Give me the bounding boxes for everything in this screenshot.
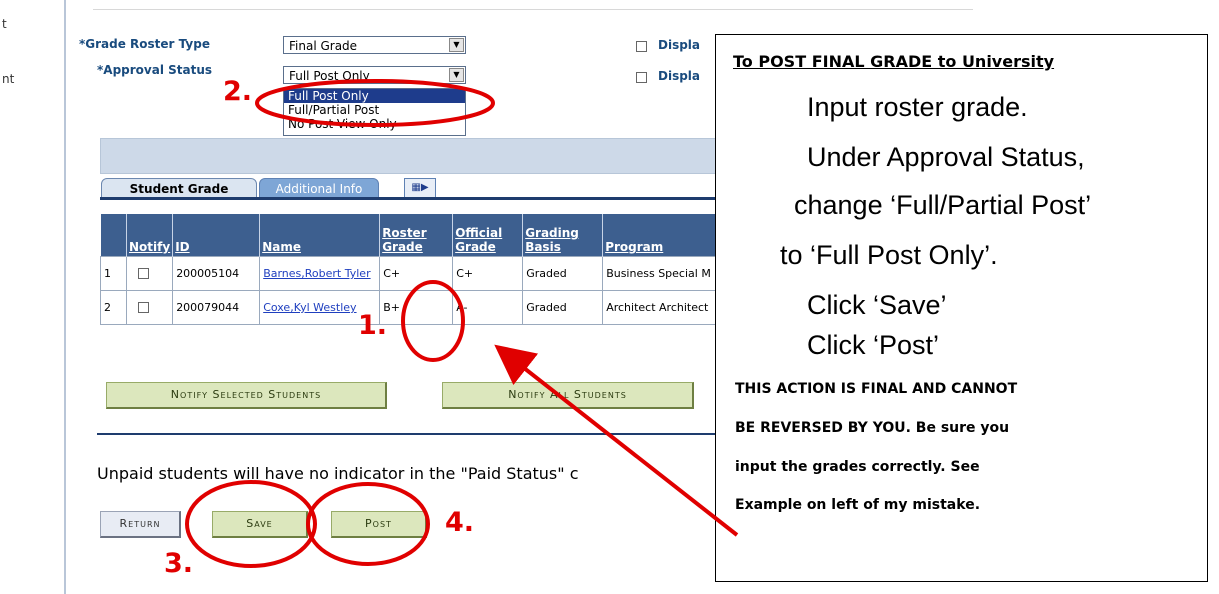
annotation-number-2: 2. bbox=[223, 76, 253, 107]
annotation-overlay bbox=[185, 79, 739, 568]
annotation-circle-approval-options bbox=[255, 79, 495, 127]
annotation-circle-save bbox=[185, 480, 317, 568]
annotation-number-1: 1. bbox=[358, 310, 388, 341]
annotation-circle-post bbox=[306, 482, 430, 566]
annotation-number-4: 4. bbox=[445, 507, 475, 538]
annotation-circle-roster-grade bbox=[401, 280, 465, 362]
annotation-number-3: 3. bbox=[164, 548, 194, 579]
annotation-arrow bbox=[494, 344, 739, 537]
